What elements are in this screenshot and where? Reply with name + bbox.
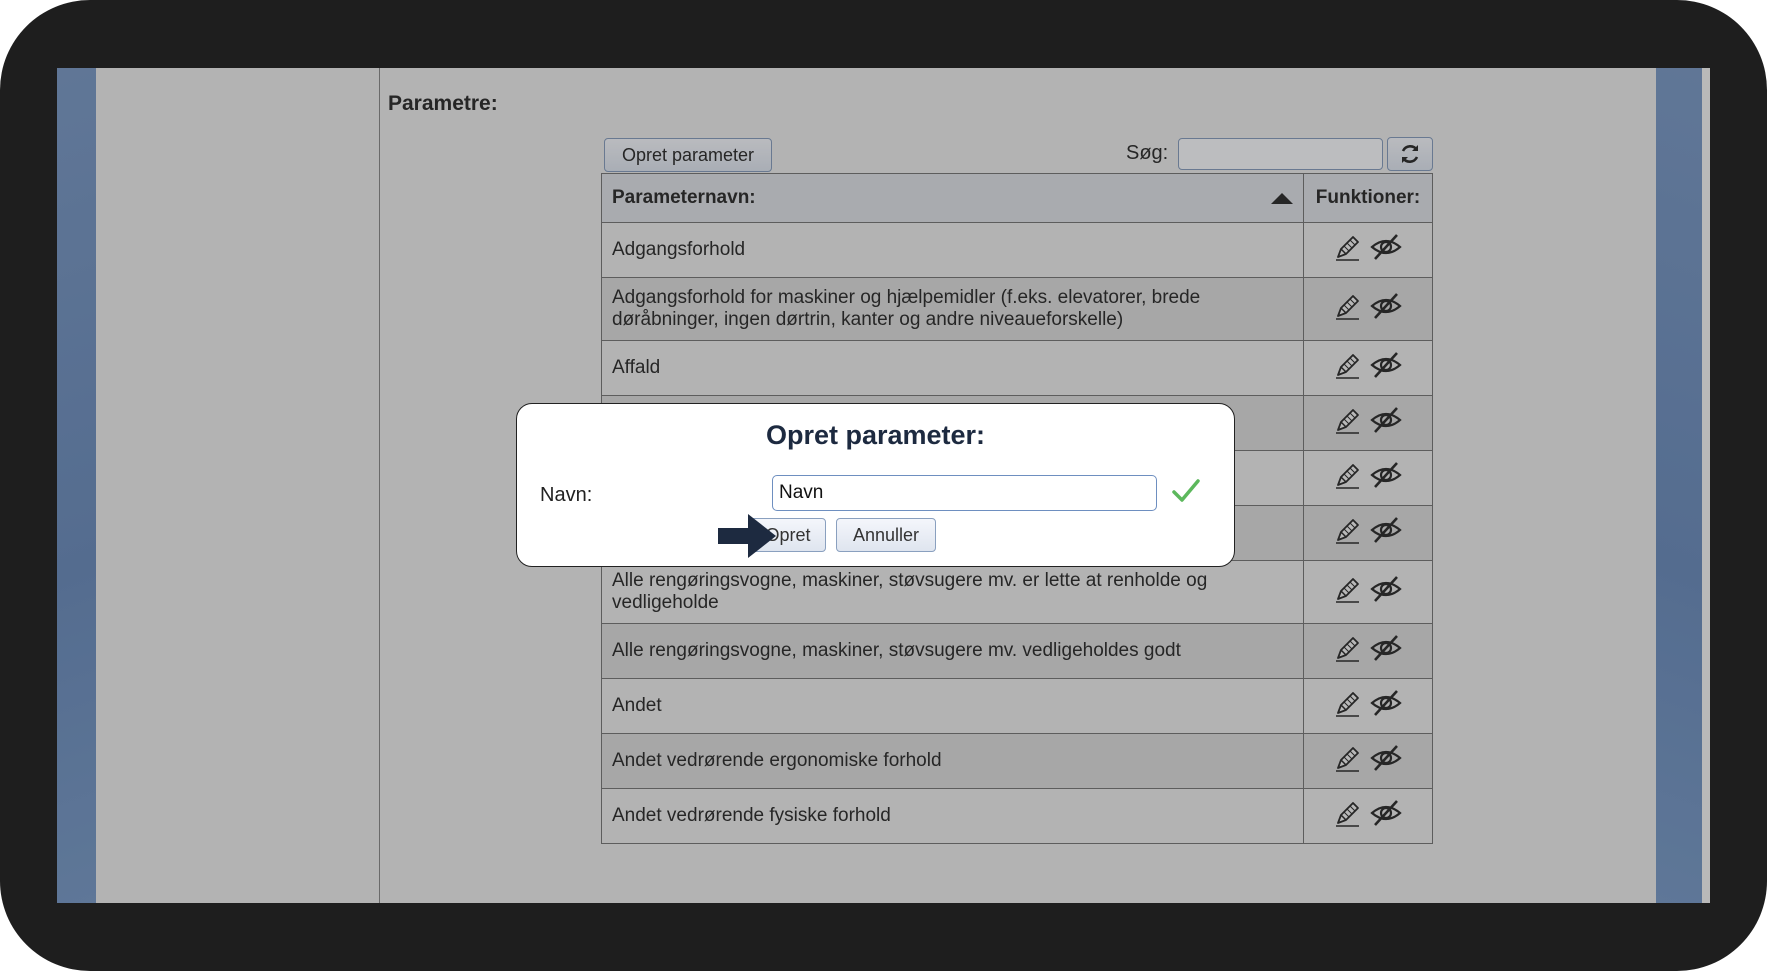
name-label: Navn: (540, 484, 593, 506)
create-parameter-dialog: Opret parameter: Navn: Opret Annuller (516, 403, 1235, 567)
check-icon (1172, 479, 1200, 502)
dialog-title: Opret parameter: (765, 420, 986, 450)
device-frame: Parametre: Opret parameter Søg: Paramete… (0, 0, 1767, 971)
screen: Parametre: Opret parameter Søg: Paramete… (57, 68, 1710, 903)
annuller-button[interactable]: Annuller (836, 518, 936, 552)
arrow-right-icon (718, 514, 776, 558)
name-input[interactable] (772, 475, 1157, 511)
app-window: Parametre: Opret parameter Søg: Paramete… (57, 68, 1710, 903)
